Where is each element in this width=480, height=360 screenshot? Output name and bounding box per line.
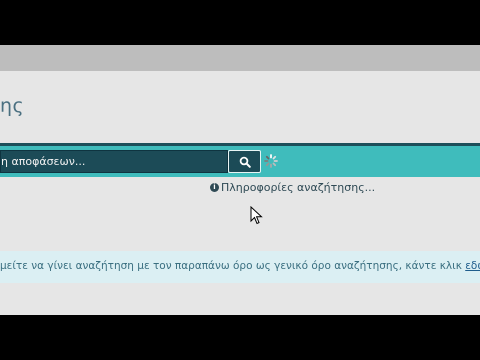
search-input[interactable]: η αποφάσεων... (0, 150, 228, 173)
info-circle-icon: i (210, 183, 219, 192)
notice-text: μείτε να γίνει αναζήτηση με τον παραπάνω… (0, 260, 480, 272)
search-icon (239, 156, 251, 168)
generic-search-notice: μείτε να γίνει αναζήτηση με τον παραπάνω… (0, 251, 480, 283)
search-button[interactable] (228, 150, 261, 173)
mouse-cursor-icon (250, 206, 263, 225)
search-info-link[interactable]: i Πληροφορίες αναζήτησης... (210, 181, 375, 194)
video-frame: ης η αποφάσεων... i Πληροφορίες αναζήτησ… (0, 0, 480, 360)
notice-here-link[interactable]: εδώ (465, 260, 480, 272)
search-info-label: Πληροφορίες αναζήτησης... (221, 181, 376, 194)
page-title: ης (0, 95, 25, 117)
page-content: ης η αποφάσεων... i Πληροφορίες αναζήτησ… (0, 71, 480, 315)
spinner-icon (264, 154, 278, 168)
search-band: η αποφάσεων... (0, 143, 480, 177)
top-bar (0, 45, 480, 71)
notice-message: μείτε να γίνει αναζήτηση με τον παραπάνω… (0, 260, 466, 272)
